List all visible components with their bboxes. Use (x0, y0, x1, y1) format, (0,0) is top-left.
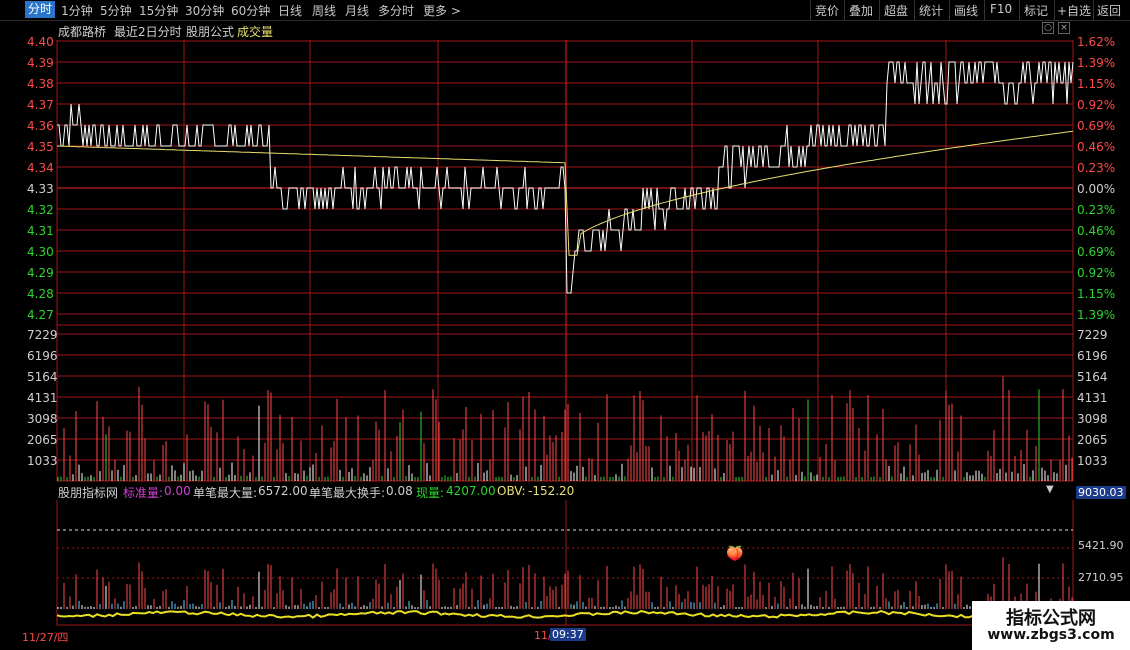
volume-tick-label: 7229 (27, 328, 58, 342)
stock-name: 成都路桥 (58, 25, 107, 39)
indicator-label: 成交量 (237, 25, 274, 39)
pct-tick-label: 0.23% (1077, 203, 1116, 217)
intraday-chart[interactable] (0, 0, 1130, 650)
max-turnover-label: 单笔最大换手: (309, 486, 386, 500)
volume-tick-label: 5164 (1077, 370, 1108, 384)
close-icon[interactable]: × (1058, 22, 1070, 34)
price-tick-label: 4.39 (27, 56, 54, 70)
price-tick-label: 4.35 (27, 140, 54, 154)
settings-icon[interactable]: ○ (1042, 22, 1054, 34)
price-line (57, 61, 1074, 294)
date-day1: 11/27/四 (22, 631, 69, 644)
volume-tick-label: 1033 (27, 454, 58, 468)
pct-tick-label: 0.92% (1077, 98, 1116, 112)
cursor-time: 09:37 (550, 628, 586, 641)
indicator-name: 股朋指标网 (58, 486, 119, 500)
volume-tick-label: 5164 (27, 370, 58, 384)
pct-tick-label: 1.62% (1077, 35, 1116, 49)
volume-tick-label: 3098 (27, 412, 58, 426)
now-vol-label: 现量: (416, 486, 445, 500)
price-tick-label: 4.31 (27, 224, 54, 238)
volume-tick-label: 1033 (1077, 454, 1108, 468)
pct-tick-label: 0.69% (1077, 245, 1116, 259)
price-tick-label: 4.28 (27, 287, 54, 301)
volume-tick-label: 6196 (1077, 349, 1108, 363)
pct-tick-label: 0.46% (1077, 140, 1116, 154)
lower-axis-label-1: 5421.90 (1078, 539, 1124, 552)
volume-tick-label: 2065 (27, 433, 58, 447)
price-tick-label: 4.29 (27, 266, 54, 280)
pct-tick-label: 0.92% (1077, 266, 1116, 280)
max-turnover-value: 0.08 (386, 484, 413, 498)
price-tick-label: 4.32 (27, 203, 54, 217)
price-tick-label: 4.27 (27, 308, 54, 322)
volume-tick-label: 3098 (1077, 412, 1108, 426)
volume-tick-label: 6196 (27, 349, 58, 363)
obv-line (56, 610, 1074, 619)
price-tick-label: 4.37 (27, 98, 54, 112)
obv-label: OBV: (497, 484, 526, 498)
price-tick-label: 4.34 (27, 161, 54, 175)
indicator-top-value: 9030.03 (1076, 486, 1126, 499)
pct-tick-label: 1.39% (1077, 56, 1116, 70)
volume-tick-label: 4131 (27, 391, 58, 405)
pct-tick-label: 0.23% (1077, 161, 1116, 175)
chart-mode: 最近2日分时 (114, 25, 182, 39)
price-tick-label: 4.38 (27, 77, 54, 91)
peach-icon: 🍑 (726, 546, 744, 562)
now-vol-value: 4207.00 (446, 484, 496, 498)
pct-tick-label: 0.69% (1077, 119, 1116, 133)
price-tick-label: 4.30 (27, 245, 54, 259)
pct-tick-label: 1.39% (1077, 308, 1116, 322)
volume-tick-label: 4131 (1077, 391, 1108, 405)
watermark: 指标公式网 www.zbgs3.com (972, 601, 1130, 650)
pct-tick-label: 0.00% (1077, 182, 1116, 196)
price-tick-label: 4.40 (27, 35, 54, 49)
max-vol-label: 单笔最大量: (193, 486, 258, 500)
pct-tick-label: 1.15% (1077, 287, 1116, 301)
max-vol-value: 6572.00 (258, 484, 308, 498)
lower-axis-label-2: 2710.95 (1078, 571, 1124, 584)
volume-tick-label: 2065 (1077, 433, 1108, 447)
std-label: 标准量: (123, 486, 164, 500)
price-tick-label: 4.36 (27, 119, 54, 133)
formula-label: 股朋公式 (186, 25, 235, 39)
std-value: 0.00 (164, 484, 191, 498)
price-tick-label: 4.33 (27, 182, 54, 196)
pct-tick-label: 1.15% (1077, 77, 1116, 91)
pct-tick-label: 0.46% (1077, 224, 1116, 238)
chevron-down-icon[interactable]: ▼ (1046, 484, 1054, 495)
obv-value: -152.20 (528, 484, 575, 498)
volume-tick-label: 7229 (1077, 328, 1108, 342)
